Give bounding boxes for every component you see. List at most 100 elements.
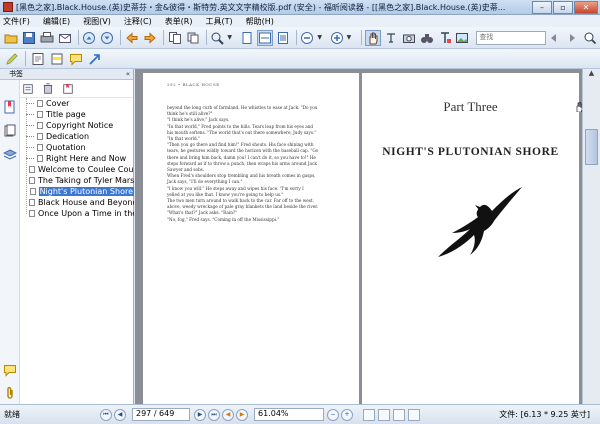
menu-file[interactable]: 文件(F) xyxy=(3,16,30,27)
select-text-button[interactable] xyxy=(383,30,399,46)
chevron-down-icon[interactable]: ▼ xyxy=(227,34,235,41)
typewriter-button[interactable] xyxy=(437,30,453,46)
prev-page-button[interactable]: ◀ xyxy=(114,408,126,421)
previous-page-button[interactable] xyxy=(81,30,97,46)
fit-width-icon xyxy=(258,32,271,43)
bookmark-item-selected[interactable]: Night's Plutonian Shore xyxy=(22,186,134,197)
folder-icon xyxy=(4,34,18,43)
snapshot-button[interactable] xyxy=(401,30,417,46)
status-bar: 就绪 ⏮ ◀ 297 / 649 ▶ ⏭ ◀ ▶ 61.04% − + 文件: … xyxy=(0,404,600,424)
comments-panel-icon[interactable] xyxy=(3,363,17,377)
arrow-left-icon xyxy=(551,33,557,42)
fit-width-button[interactable] xyxy=(256,29,273,46)
plus-circle-icon xyxy=(330,31,343,44)
bookmark-label: Right Here and Now xyxy=(46,154,127,163)
document-viewer[interactable]: 292 • BLACK HOUSE beyond the long curb o… xyxy=(135,69,600,404)
note-icon xyxy=(32,52,43,65)
actual-size-button[interactable] xyxy=(275,30,291,46)
bookmark-label: Night's Plutonian Shore xyxy=(38,187,134,196)
last-page-button[interactable]: ⏭ xyxy=(208,408,220,421)
tool-select-button[interactable] xyxy=(3,51,20,67)
image-button[interactable] xyxy=(455,30,471,46)
menu-comment[interactable]: 注释(C) xyxy=(124,16,152,27)
bookmark-item[interactable]: Cover xyxy=(22,98,134,109)
menu-view[interactable]: 视图(V) xyxy=(83,16,111,27)
chevron-down-icon[interactable]: ▼ xyxy=(347,34,355,41)
search-prev-button[interactable] xyxy=(546,30,562,46)
fit-page-button[interactable] xyxy=(239,30,255,46)
bookmark-label: Once Upon a Time in the T xyxy=(38,209,134,218)
scroll-up-icon[interactable]: ▲ xyxy=(583,69,600,83)
zoom-button[interactable] xyxy=(210,30,226,46)
zoom-in-button[interactable] xyxy=(329,30,345,46)
bookmark-item[interactable]: Title page xyxy=(22,109,134,120)
save-button[interactable] xyxy=(21,30,37,46)
delete-icon[interactable] xyxy=(42,82,54,95)
facing-layout-button[interactable] xyxy=(393,408,405,421)
app-icon xyxy=(3,2,13,12)
menu-form[interactable]: 表单(R) xyxy=(165,16,193,27)
go-forward-button[interactable]: ▶ xyxy=(236,408,248,421)
search-input[interactable] xyxy=(476,30,547,45)
toolbar-separator xyxy=(361,30,362,45)
zoom-field[interactable]: 61.04% xyxy=(254,408,324,421)
bookmark-item[interactable]: Right Here and Now xyxy=(22,153,134,164)
magnifier-icon xyxy=(211,32,225,45)
document-icon xyxy=(29,188,36,195)
continuous-facing-layout-button[interactable] xyxy=(408,408,420,421)
bookmark-icon[interactable] xyxy=(3,100,17,114)
expand-bookmark-icon[interactable] xyxy=(22,83,34,95)
search-next-button[interactable] xyxy=(564,30,580,46)
bookmark-item[interactable]: Black House and Beyond xyxy=(22,197,134,208)
minimize-button[interactable]: – xyxy=(532,0,552,14)
zoom-out-status-button[interactable]: − xyxy=(327,408,339,421)
bookmark-item[interactable]: Welcome to Coulee Country xyxy=(22,164,134,175)
print-button[interactable] xyxy=(39,30,55,46)
part-label: Part Three xyxy=(443,99,498,114)
collapse-panel-button[interactable]: « xyxy=(126,70,130,78)
menu-bar: 文件(F) 编辑(E) 视图(V) 注释(C) 表单(R) 工具(T) 帮助(H… xyxy=(0,15,600,27)
document-icon xyxy=(37,100,43,107)
hand-tool-button[interactable] xyxy=(364,29,381,46)
next-page-button[interactable] xyxy=(99,30,115,46)
zoom-in-status-button[interactable]: + xyxy=(341,408,353,421)
menu-tools[interactable]: 工具(T) xyxy=(206,16,233,27)
minus-circle-icon xyxy=(301,31,314,44)
copy-button[interactable] xyxy=(185,30,201,46)
back-button[interactable] xyxy=(124,30,140,46)
bookmark-item[interactable]: Once Upon a Time in the T xyxy=(22,208,134,219)
maximize-button[interactable]: ▫ xyxy=(553,0,573,14)
search-button[interactable] xyxy=(582,30,598,46)
extract-page-button[interactable] xyxy=(167,30,183,46)
email-button[interactable] xyxy=(57,30,73,46)
zoom-out-button[interactable] xyxy=(299,30,315,46)
arrow-tool-button[interactable] xyxy=(86,51,103,67)
comment-button[interactable] xyxy=(67,51,84,67)
chevron-down-icon[interactable]: ▼ xyxy=(317,34,325,41)
layers-icon[interactable] xyxy=(3,148,17,162)
vertical-scrollbar[interactable]: ▲ xyxy=(582,69,600,404)
next-page-status-button[interactable]: ▶ xyxy=(194,408,206,421)
continuous-layout-button[interactable] xyxy=(378,408,390,421)
toolbar-separator xyxy=(295,30,297,45)
bookmark-item[interactable]: Copyright Notice xyxy=(22,120,134,131)
attachment-icon[interactable] xyxy=(3,386,17,400)
bookmark-item[interactable]: The Taking of Tyler Marshall xyxy=(22,175,134,186)
find-button[interactable] xyxy=(419,30,435,46)
note-button[interactable] xyxy=(29,51,46,67)
first-page-button[interactable]: ⏮ xyxy=(100,408,112,421)
menu-help[interactable]: 帮助(H) xyxy=(246,16,274,27)
scroll-thumb[interactable] xyxy=(585,129,598,165)
pages-panel-icon[interactable] xyxy=(3,124,17,138)
bookmark-item[interactable]: Quotation xyxy=(22,142,134,153)
bookmark-options-icon[interactable] xyxy=(62,83,74,95)
forward-button[interactable] xyxy=(142,30,158,46)
close-button[interactable]: ✕ xyxy=(574,0,598,14)
go-back-button[interactable]: ◀ xyxy=(222,408,234,421)
bookmark-item[interactable]: Dedication xyxy=(22,131,134,142)
menu-edit[interactable]: 编辑(E) xyxy=(43,16,70,27)
highlight-button[interactable] xyxy=(48,51,65,67)
single-page-layout-button[interactable] xyxy=(363,408,375,421)
open-button[interactable] xyxy=(3,30,19,46)
page-number-field[interactable]: 297 / 649 xyxy=(132,408,190,421)
